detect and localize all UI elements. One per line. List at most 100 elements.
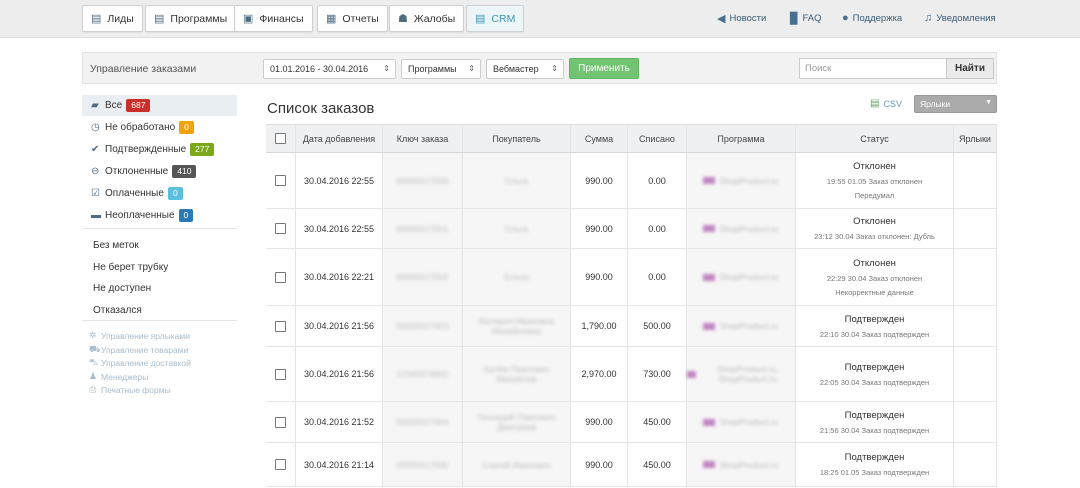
nav-reports-button[interactable]: ▦ Отчеты <box>317 5 388 32</box>
column-header: Статус <box>796 125 954 152</box>
program-icon <box>703 418 716 426</box>
select-all-cell[interactable] <box>266 125 296 152</box>
labels-cell <box>954 153 997 208</box>
row-select-cell <box>266 443 296 486</box>
apply-button[interactable]: Применить <box>569 58 639 79</box>
nav-programs-button[interactable]: ▤ Программы <box>145 5 237 32</box>
date-cell: 30.04.2016 22:55 <box>296 153 383 208</box>
nav-programs-label: Программы <box>170 12 228 25</box>
programs-select[interactable]: Программы ⇕ <box>401 59 481 79</box>
sidebar-management-link[interactable]: ⎙ Печатные формы <box>89 384 171 395</box>
program-name: ShopProduct.ru <box>719 223 779 234</box>
program-name: ShopProduct.ru <box>719 459 779 470</box>
nav-leads-label: Лиды <box>107 12 134 25</box>
status-value: Подтвержден <box>844 361 905 373</box>
sidebar-status-item[interactable]: ▬ Неоплаченные 0 <box>82 205 237 226</box>
row-checkbox[interactable] <box>275 271 286 283</box>
sidebar-management-label: Печатные формы <box>101 384 171 395</box>
labels-cell <box>954 443 997 486</box>
written-off-cell: 0.00 <box>628 153 687 208</box>
sum-cell: 990.00 <box>571 443 628 486</box>
buyer-value: Артём Павлович Михайлов <box>483 364 550 384</box>
sidebar-label-item[interactable]: Не берет трубку <box>93 262 168 273</box>
status-cell: Подтвержден 22:05 30.04 Заказ подтвержден <box>796 347 954 401</box>
minus-circle-icon: ⊖ <box>91 166 100 177</box>
written-off-cell: 450.00 <box>628 402 687 442</box>
programs-icon: ▤ <box>154 13 165 25</box>
faq-link[interactable]: ▉ FAQ <box>790 12 821 25</box>
sidebar-divider <box>82 320 237 321</box>
print-icon: ⎙ <box>89 384 97 394</box>
search-input[interactable]: Поиск <box>799 58 947 79</box>
sidebar-label-item[interactable]: Не доступен <box>93 283 151 294</box>
status-reason: Некорректные данные <box>835 287 914 297</box>
sum-cell: 990.00 <box>571 402 628 442</box>
row-select-cell <box>266 402 296 442</box>
updown-icon: ⇕ <box>551 64 558 73</box>
csv-export-link[interactable]: ▤ CSV <box>870 98 902 109</box>
row-checkbox[interactable] <box>275 320 286 332</box>
labels-select[interactable]: Ярлыки ▼ <box>914 95 997 113</box>
column-header: Дата добавления <box>296 125 383 152</box>
row-checkbox[interactable] <box>275 416 286 428</box>
table-row[interactable]: 30.04.2016 21:56 00000017003 Валерия Ивано… <box>266 306 997 347</box>
select-all-checkbox[interactable] <box>275 133 286 144</box>
nav-crm-button[interactable]: ▤ CRM <box>466 5 525 32</box>
sidebar-management-link[interactable]: ⛍ Управление доставкой <box>89 357 191 369</box>
webmaster-value: Вебмастер <box>493 64 539 74</box>
sidebar-status-item[interactable]: ✔ Подтвержденные 277 <box>82 139 237 160</box>
filter-title: Управление заказами <box>90 63 197 75</box>
find-button[interactable]: Найти <box>946 58 994 79</box>
sidebar-status-label: Подтвержденные <box>105 144 187 155</box>
table-row[interactable]: 30.04.2016 21:56 12345678902 Артём Павлови… <box>266 347 997 402</box>
row-checkbox[interactable] <box>275 459 286 470</box>
table-row[interactable]: 30.04.2016 22:55 00000017001 Ольга 990.00 0.… <box>266 209 997 249</box>
sidebar-status-item[interactable]: ▰ Все 687 <box>82 95 237 116</box>
sidebar-divider <box>82 228 237 229</box>
sidebar-management-label: Управление доставкой <box>101 358 191 368</box>
support-label: Поддержка <box>852 12 903 24</box>
order-key-value: 00000017001 <box>396 223 449 234</box>
row-checkbox[interactable] <box>275 223 286 234</box>
program-name: ShopProduct.ru, ShopProduct.ru <box>716 364 779 384</box>
program-value: ShopProduct.ru <box>703 321 779 331</box>
nav-complaints-button[interactable]: ☗ Жалобы <box>389 5 465 32</box>
sidebar-status-item[interactable]: ◷ Не обработано 0 <box>82 117 237 138</box>
buyer-cell: Геннадий Павлович Дмитриев <box>463 402 571 442</box>
sidebar-status-item[interactable]: ☑ Оплаченные 0 <box>82 183 237 204</box>
table-row[interactable]: 30.04.2016 21:52 00000017004 Геннадий Павл… <box>266 402 997 443</box>
count-badge: 0 <box>178 209 194 222</box>
chevron-down-icon: ▼ <box>985 99 992 106</box>
row-checkbox[interactable] <box>275 175 286 186</box>
sidebar-management-link[interactable]: ⛟ Управление товарами <box>89 344 188 356</box>
table-row[interactable]: 30.04.2016 22:21 00000017002 Елена 990.00 0.… <box>266 249 997 306</box>
date-range-select[interactable]: 01.01.2016 - 30.04.2016 ⇕ <box>263 59 396 79</box>
support-link[interactable]: ● Поддержка <box>842 12 902 24</box>
notifications-link[interactable]: ♫ Уведомления <box>924 12 996 24</box>
sidebar-management-label: Управление ярлыками <box>101 330 190 341</box>
sidebar-management-link[interactable]: ✲ Управление ярлыками <box>89 330 190 341</box>
webmaster-select[interactable]: Вебмастер ⇕ <box>486 59 564 79</box>
sidebar-label-item[interactable]: Отказался <box>93 305 142 316</box>
sum-cell: 990.00 <box>571 209 628 248</box>
news-link[interactable]: ◀ Новости <box>717 12 766 25</box>
row-select-cell <box>266 153 296 208</box>
row-checkbox[interactable] <box>275 368 286 380</box>
sidebar-label-item[interactable]: Без меток <box>93 240 139 251</box>
labels-cell <box>954 209 997 248</box>
nav-finance-button[interactable]: ▣ Финансы <box>234 5 313 32</box>
order-key-value: 00000017003 <box>396 321 449 331</box>
csv-file-icon: ▤ <box>870 98 880 109</box>
table-row[interactable]: 30.04.2016 22:55 00000017000 Ольга 990.00 0.… <box>266 153 997 209</box>
written-off-cell: 450.00 <box>628 443 687 486</box>
order-key-cell: 00000017004 <box>383 402 463 442</box>
nav-leads-button[interactable]: ▤ Лиды <box>82 5 143 32</box>
order-key-value: 12345678902 <box>396 369 449 379</box>
table-row[interactable]: 30.04.2016 21:14 00000017005 Сергей Иванов… <box>266 443 997 487</box>
order-key-cell: 00000017002 <box>383 249 463 305</box>
order-key-value: 00000017002 <box>396 272 449 282</box>
date-cell: 30.04.2016 22:21 <box>296 249 383 305</box>
order-key-cell: 00000017003 <box>383 306 463 346</box>
sidebar-management-link[interactable]: ♟ Менеджеры <box>89 371 148 382</box>
sidebar-status-item[interactable]: ⊖ Отклоненные 410 <box>82 161 237 182</box>
